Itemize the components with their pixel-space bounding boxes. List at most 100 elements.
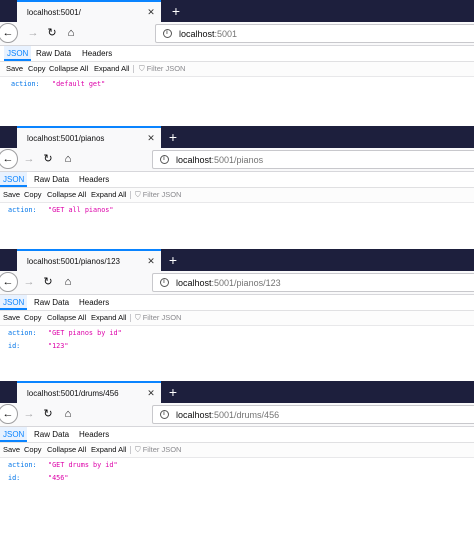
filter-json-input[interactable]: ⛉ Filter JSON xyxy=(135,188,181,202)
json-value: "GET drums by id" xyxy=(48,461,118,469)
save-button[interactable]: Save xyxy=(3,188,20,202)
filter-placeholder: Filter JSON xyxy=(142,445,182,454)
home-icon[interactable]: ⌂ xyxy=(61,274,75,290)
url-bar[interactable]: i localhost:5001/pianos/123 xyxy=(152,273,474,292)
toolbar-divider xyxy=(130,446,131,454)
home-icon[interactable]: ⌂ xyxy=(61,151,75,167)
save-button[interactable]: Save xyxy=(6,62,23,76)
browser-window-1: localhost:5001/ ✕ + ← → ↻ ⌂ i localhost:… xyxy=(0,0,474,110)
close-icon[interactable]: ✕ xyxy=(145,133,157,144)
home-icon[interactable]: ⌂ xyxy=(64,25,78,41)
filter-funnel-icon: ⛉ xyxy=(135,313,141,322)
tab-headers[interactable]: Headers xyxy=(79,172,109,187)
save-button[interactable]: Save xyxy=(3,311,20,325)
collapse-all-button[interactable]: Collapse All xyxy=(47,311,86,325)
tab-headers[interactable]: Headers xyxy=(79,295,109,310)
info-icon[interactable]: i xyxy=(157,276,171,290)
forward-arrow-icon[interactable]: → xyxy=(26,25,40,41)
back-arrow-icon[interactable]: ← xyxy=(0,149,18,169)
copy-button[interactable]: Copy xyxy=(24,443,42,457)
toolbar-divider xyxy=(133,65,134,73)
info-icon[interactable]: i xyxy=(157,408,171,422)
nav-bar: ← → ↻ ⌂ i localhost:5001/pianos/123 xyxy=(0,271,474,295)
nav-bar: ← → ↻ ⌂ i localhost:5001/pianos xyxy=(0,148,474,172)
tab-json[interactable]: JSON xyxy=(0,427,28,442)
json-toolbar: Save Copy Collapse All Expand All ⛉ Filt… xyxy=(0,443,474,458)
json-toolbar: Save Copy Collapse All Expand All ⛉ Filt… xyxy=(0,188,474,203)
close-icon[interactable]: ✕ xyxy=(145,7,157,18)
filter-json-input[interactable]: ⛉ Filter JSON xyxy=(135,443,181,457)
copy-button[interactable]: Copy xyxy=(24,188,42,202)
filter-placeholder: Filter JSON xyxy=(142,190,182,199)
expand-all-button[interactable]: Expand All xyxy=(91,311,126,325)
tab-headers[interactable]: Headers xyxy=(79,427,109,442)
back-arrow-icon[interactable]: ← xyxy=(0,404,18,424)
json-key: id: xyxy=(8,474,21,482)
url-path: :5001/pianos xyxy=(211,154,264,165)
json-value: "GET all pianos" xyxy=(48,206,114,214)
tab-json[interactable]: JSON xyxy=(0,295,28,310)
url-host: localhost xyxy=(176,277,212,288)
expand-all-button[interactable]: Expand All xyxy=(91,188,126,202)
browser-tab[interactable]: localhost:5001/pianos ✕ xyxy=(17,126,161,148)
url-text: localhost:5001/drums/456 xyxy=(176,410,279,420)
collapse-all-button[interactable]: Collapse All xyxy=(47,188,86,202)
toolbar-divider xyxy=(130,314,131,322)
copy-button[interactable]: Copy xyxy=(24,311,42,325)
info-icon[interactable]: i xyxy=(160,27,174,41)
new-tab-plus-icon[interactable]: + xyxy=(165,383,181,401)
filter-json-input[interactable]: ⛉ Filter JSON xyxy=(135,311,181,325)
reload-icon[interactable]: ↻ xyxy=(41,406,55,422)
url-bar[interactable]: i localhost:5001/drums/456 xyxy=(152,405,474,424)
filter-funnel-icon: ⛉ xyxy=(139,64,145,73)
new-tab-plus-icon[interactable]: + xyxy=(165,251,181,269)
save-button[interactable]: Save xyxy=(3,443,20,457)
browser-tab[interactable]: localhost:5001/pianos/123 ✕ xyxy=(17,249,161,271)
url-host: localhost xyxy=(176,154,212,165)
forward-arrow-icon[interactable]: → xyxy=(22,151,36,167)
reload-icon[interactable]: ↻ xyxy=(41,151,55,167)
close-icon[interactable]: ✕ xyxy=(145,388,157,399)
filter-json-input[interactable]: ⛉ Filter JSON xyxy=(139,62,185,76)
url-bar[interactable]: i localhost:5001 xyxy=(155,24,474,43)
tab-json[interactable]: JSON xyxy=(0,172,28,187)
reload-icon[interactable]: ↻ xyxy=(45,25,59,41)
browser-tab[interactable]: localhost:5001/ ✕ xyxy=(17,0,161,22)
tab-raw-data[interactable]: Raw Data xyxy=(34,427,69,442)
tab-headers[interactable]: Headers xyxy=(82,46,112,61)
tab-title: localhost:5001/pianos xyxy=(27,133,105,143)
collapse-all-button[interactable]: Collapse All xyxy=(49,62,88,76)
expand-all-button[interactable]: Expand All xyxy=(91,443,126,457)
expand-all-button[interactable]: Expand All xyxy=(94,62,129,76)
json-value: "default get" xyxy=(52,80,106,88)
collapse-all-button[interactable]: Collapse All xyxy=(47,443,86,457)
filter-funnel-icon: ⛉ xyxy=(135,445,141,454)
copy-button[interactable]: Copy xyxy=(28,62,46,76)
tab-raw-data[interactable]: Raw Data xyxy=(34,295,69,310)
url-text: localhost:5001/pianos xyxy=(176,155,263,165)
tab-raw-data[interactable]: Raw Data xyxy=(36,46,71,61)
json-key: action: xyxy=(8,461,37,469)
url-path: :5001/drums/456 xyxy=(211,409,280,420)
back-arrow-icon[interactable]: ← xyxy=(0,272,18,292)
tab-bar: localhost:5001/pianos ✕ + xyxy=(0,126,474,148)
close-icon[interactable]: ✕ xyxy=(145,256,157,267)
browser-window-2: localhost:5001/pianos ✕ + ← → ↻ ⌂ i loca… xyxy=(0,126,474,236)
nav-bar: ← → ↻ ⌂ i localhost:5001 xyxy=(0,22,474,46)
forward-arrow-icon[interactable]: → xyxy=(22,406,36,422)
filter-funnel-icon: ⛉ xyxy=(135,190,141,199)
new-tab-plus-icon[interactable]: + xyxy=(168,2,184,20)
tab-json[interactable]: JSON xyxy=(4,46,32,61)
tab-raw-data[interactable]: Raw Data xyxy=(34,172,69,187)
json-key: action: xyxy=(8,206,37,214)
new-tab-plus-icon[interactable]: + xyxy=(165,128,181,146)
json-viewer-tabs: JSON Raw Data Headers xyxy=(0,427,474,443)
back-arrow-icon[interactable]: ← xyxy=(0,23,18,43)
reload-icon[interactable]: ↻ xyxy=(41,274,55,290)
home-icon[interactable]: ⌂ xyxy=(61,406,75,422)
info-icon[interactable]: i xyxy=(157,153,171,167)
forward-arrow-icon[interactable]: → xyxy=(22,274,36,290)
browser-tab[interactable]: localhost:5001/drums/456 ✕ xyxy=(17,381,161,403)
url-bar[interactable]: i localhost:5001/pianos xyxy=(152,150,474,169)
url-path: :5001 xyxy=(214,28,238,39)
